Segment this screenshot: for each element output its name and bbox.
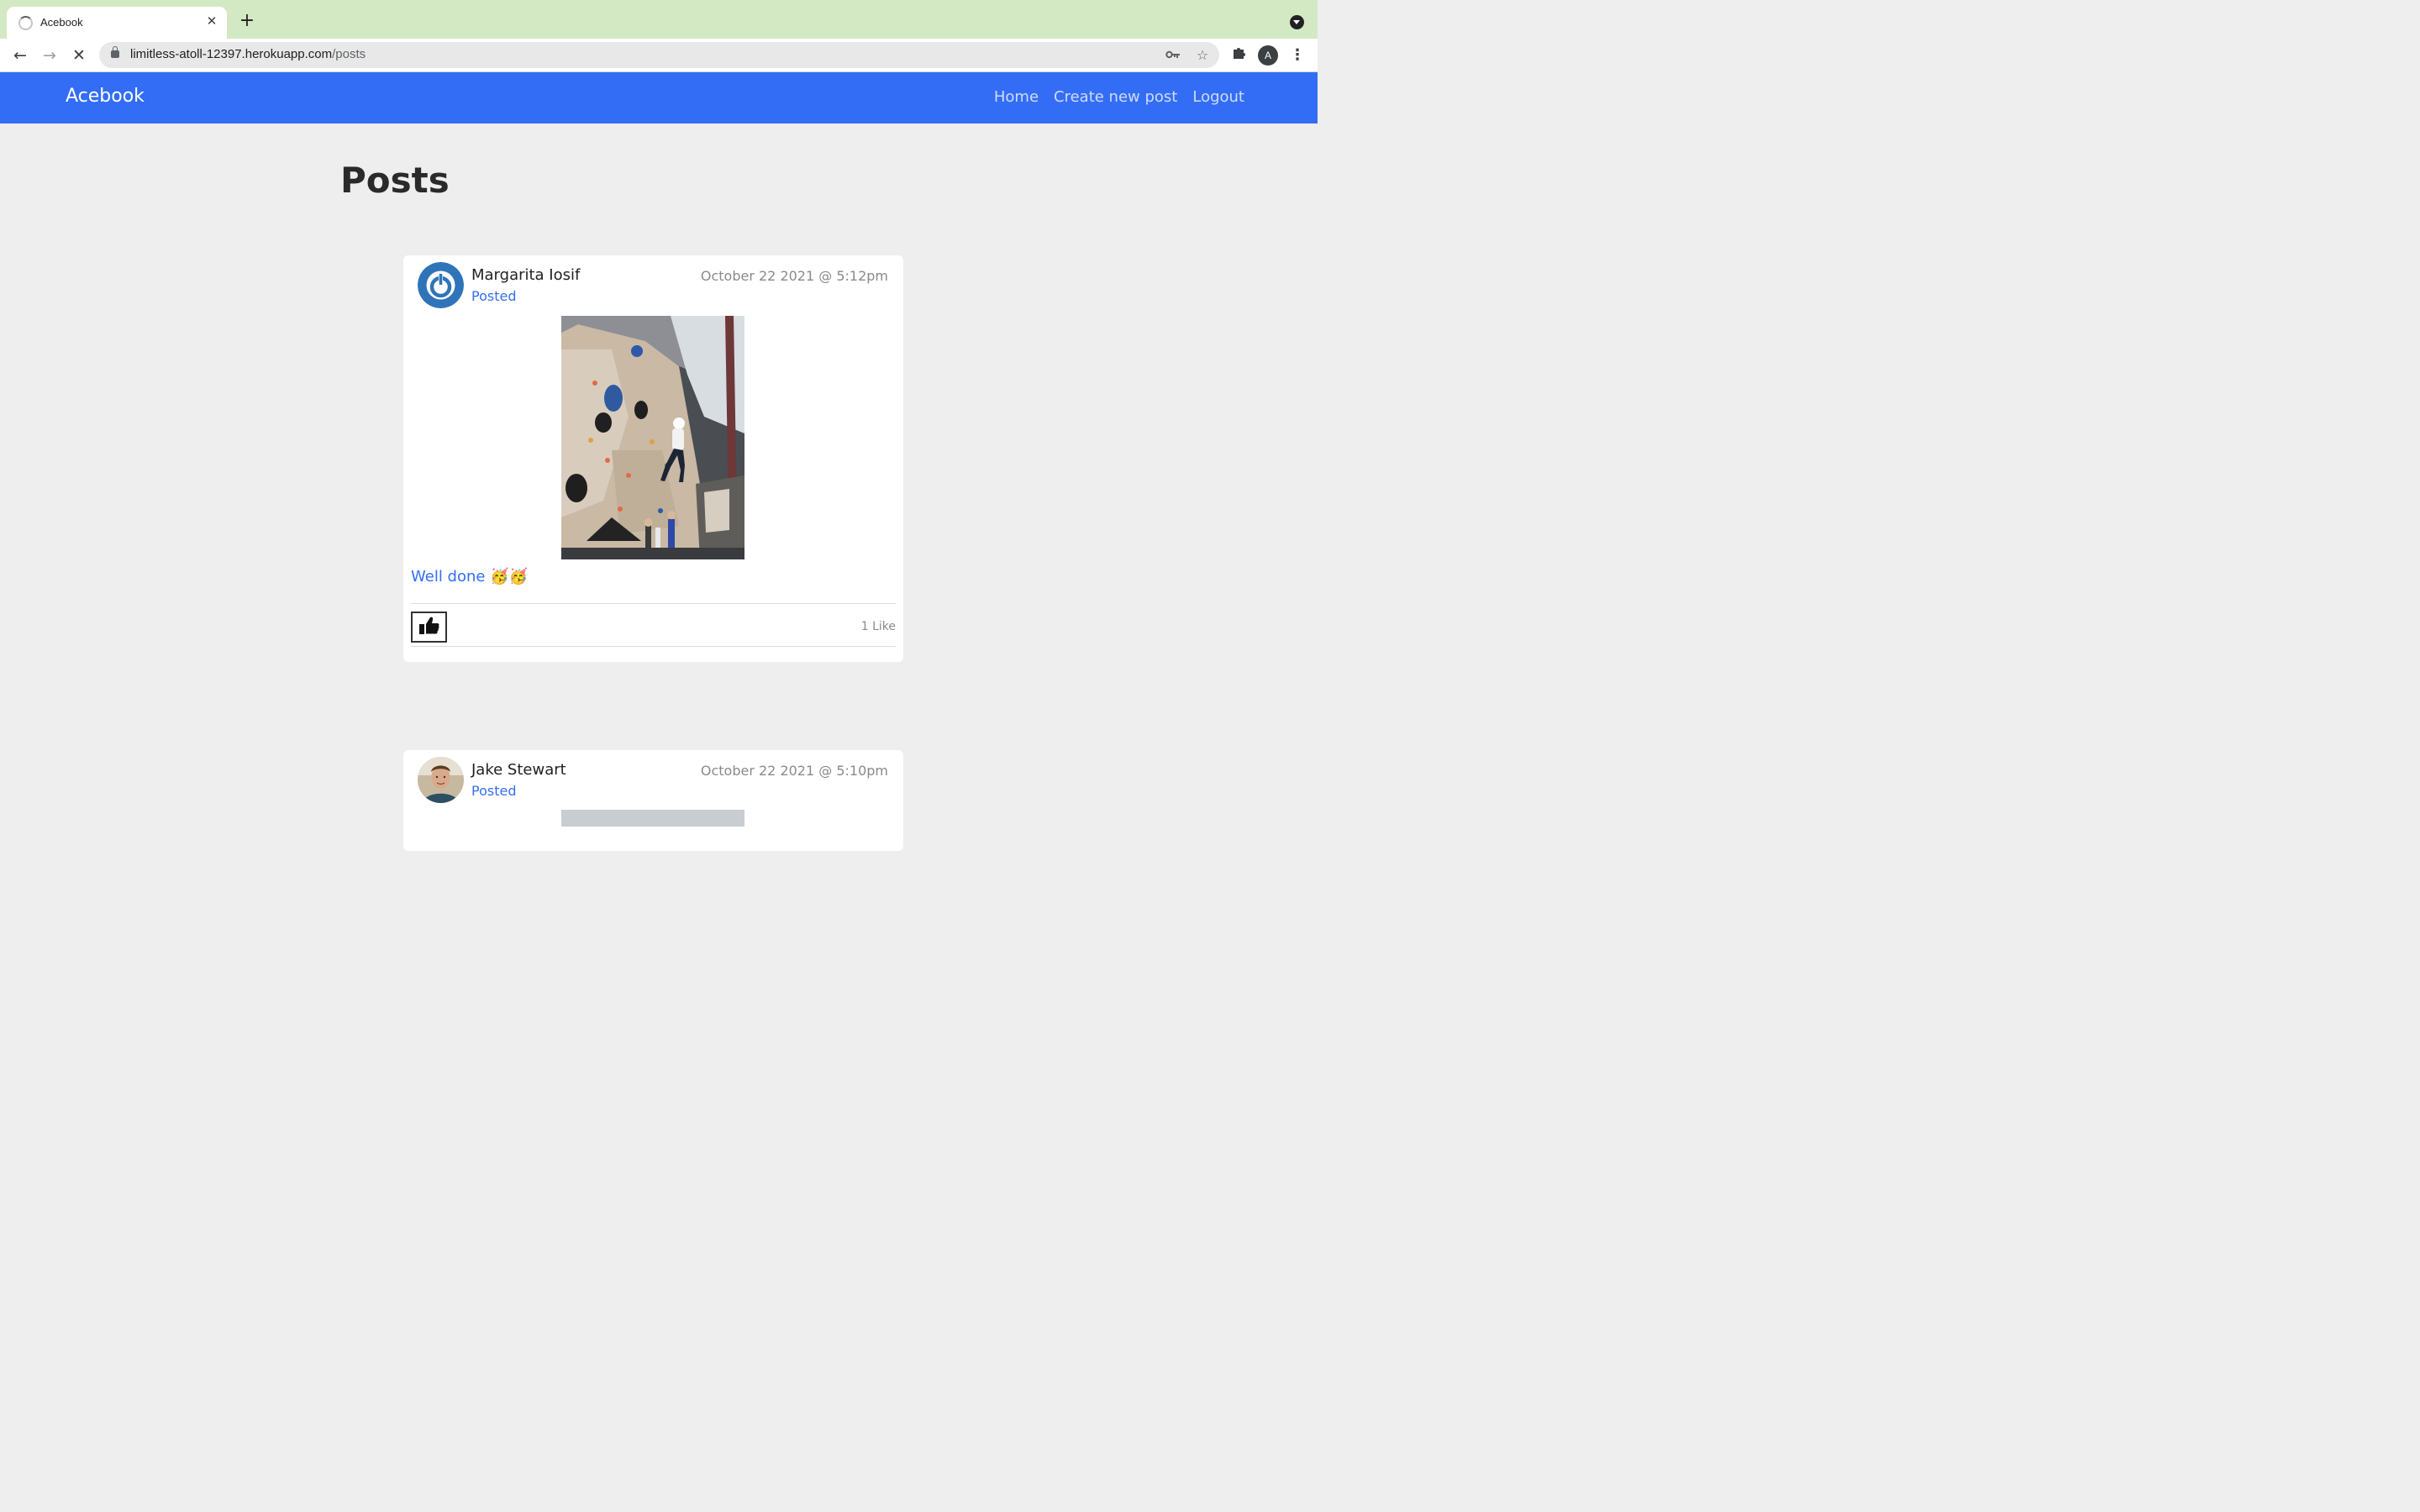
post-divider	[411, 646, 896, 647]
post-timestamp: October 22 2021 @ 5:12pm	[700, 268, 888, 284]
back-icon[interactable]: ←	[9, 45, 31, 66]
bookmark-star-icon[interactable]: ☆	[1193, 46, 1212, 65]
post-status: Posted	[471, 783, 517, 799]
close-tab-icon[interactable]: ✕	[203, 13, 220, 29]
author-avatar[interactable]	[418, 757, 464, 803]
new-tab-icon[interactable]: +	[238, 12, 256, 30]
post-image	[561, 316, 744, 559]
browser-toolbar: ← → ✕ limitless-atoll-12397.herokuapp.co…	[0, 39, 1318, 72]
browser-menu-icon[interactable]: ⋮	[1288, 45, 1307, 66]
tab-title: Acebook	[40, 16, 83, 29]
loading-spinner-icon	[18, 16, 33, 30]
post-status: Posted	[471, 288, 517, 304]
browser-tab[interactable]: Acebook ✕	[7, 7, 227, 39]
author-name[interactable]: Margarita Iosif	[471, 266, 580, 284]
address-bar[interactable]: limitless-atoll-12397.herokuapp.com/post…	[99, 42, 1219, 68]
nav-links: Home Create new post Logout	[994, 88, 1244, 106]
brand-logo[interactable]: Acebook	[66, 86, 145, 107]
lock-icon	[111, 46, 119, 58]
like-button[interactable]	[411, 612, 447, 643]
browser-tabstrip: Acebook ✕ +	[0, 0, 1318, 39]
tab-search-icon[interactable]	[1290, 15, 1304, 29]
site-navbar: Acebook Home Create new post Logout	[0, 72, 1318, 123]
post-image	[561, 810, 744, 827]
post-card: Margarita Iosif Posted October 22 2021 @…	[403, 255, 903, 662]
profile-avatar[interactable]: A	[1258, 45, 1278, 66]
extensions-puzzle-icon[interactable]	[1229, 45, 1248, 64]
post-divider	[411, 603, 896, 604]
author-name[interactable]: Jake Stewart	[471, 761, 566, 779]
author-avatar[interactable]	[418, 262, 464, 308]
post-timestamp: October 22 2021 @ 5:10pm	[700, 763, 888, 779]
forward-icon[interactable]: →	[39, 45, 60, 66]
nav-logout-link[interactable]: Logout	[1192, 88, 1244, 106]
page-title: Posts	[340, 160, 450, 201]
like-count: 1 Like	[860, 620, 896, 633]
url-text[interactable]: limitless-atoll-12397.herokuapp.com/post…	[130, 47, 366, 61]
nav-home-link[interactable]: Home	[994, 88, 1039, 106]
post-text: Well done 🥳🥳	[411, 568, 529, 585]
nav-create-post-link[interactable]: Create new post	[1054, 88, 1177, 106]
post-card: Jake Stewart Posted October 22 2021 @ 5:…	[403, 750, 903, 851]
password-key-icon[interactable]	[1164, 46, 1182, 65]
stop-loading-icon[interactable]: ✕	[68, 45, 90, 66]
thumbs-up-icon	[418, 617, 440, 638]
